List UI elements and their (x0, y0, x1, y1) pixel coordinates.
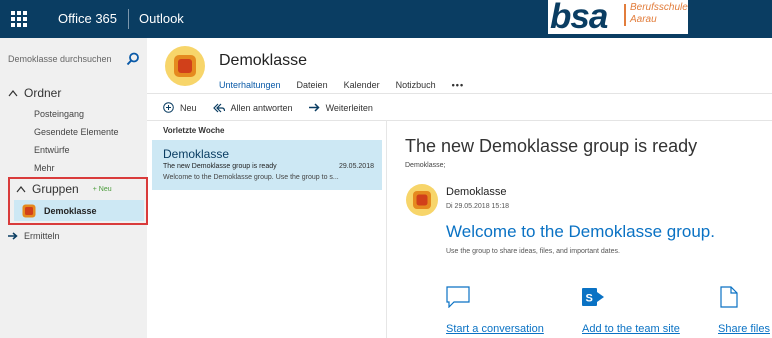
search-box[interactable]: Demoklasse durchsuchen (8, 52, 140, 68)
left-navigation: Demoklasse durchsuchen Ordner Posteingan… (0, 38, 148, 338)
folders-heading-label: Ordner (24, 86, 62, 100)
message-date: 29.05.2018 (338, 163, 374, 170)
recipient-line: Demoklasse; (405, 162, 446, 169)
search-placeholder: Demoklasse durchsuchen (8, 54, 112, 64)
discover-label: Ermitteln (24, 231, 60, 241)
new-badge-label: Neu (98, 185, 112, 193)
folder-drafts[interactable]: Entwürfe (34, 145, 70, 155)
office365-link[interactable]: Office 365 (58, 11, 117, 26)
new-group-button[interactable]: + Neu (93, 186, 112, 193)
forward-button[interactable]: Weiterleiten (308, 102, 373, 113)
tab-conversations[interactable]: Unterhaltungen (219, 80, 281, 90)
reading-pane-sender: Demoklasse (446, 186, 507, 198)
chevron-up-icon (8, 90, 18, 97)
group-icon (22, 204, 36, 217)
header-divider (147, 93, 772, 94)
tab-notebook[interactable]: Notizbuch (396, 80, 436, 90)
add-team-site-link[interactable]: Add to the team site (582, 323, 680, 335)
tab-calendar[interactable]: Kalender (344, 80, 380, 90)
folder-inbox[interactable]: Posteingang (34, 109, 84, 119)
app-launcher-button[interactable] (0, 0, 38, 38)
start-conversation-link[interactable]: Start a conversation (446, 323, 544, 335)
reply-all-button[interactable]: Allen antworten (212, 102, 293, 113)
new-button-label: Neu (180, 102, 197, 113)
discover-link[interactable]: Ermitteln (8, 231, 60, 241)
logo-line2: Aarau (630, 14, 657, 25)
tab-files[interactable]: Dateien (297, 80, 328, 90)
chat-bubble-icon[interactable] (446, 286, 470, 308)
share-files-link[interactable]: Share files (718, 323, 770, 335)
reading-pane-date: Di 29.05.2018 15:18 (446, 203, 510, 210)
forward-label: Weiterleiten (325, 102, 373, 113)
reading-pane-title: The new Demoklasse group is ready (405, 136, 698, 156)
message-subject: The new Demoklasse group is ready (163, 163, 277, 170)
logo-text: bsa (550, 0, 608, 36)
svg-text:S: S (586, 293, 593, 305)
school-logo: bsa Berufsschule Aarau (548, 0, 688, 36)
search-icon[interactable] (126, 52, 140, 66)
forward-arrow-icon (308, 103, 320, 112)
reply-all-icon (212, 103, 225, 112)
group-title: Demoklasse (219, 52, 308, 69)
group-item-demoklasse[interactable]: Demoklasse (14, 200, 144, 221)
message-preview: Welcome to the Demoklasse group. Use the… (163, 174, 339, 181)
reading-pane-divider (386, 120, 387, 338)
new-button[interactable]: Neu (163, 102, 197, 113)
logo-line1: Berufsschule (630, 2, 688, 13)
header-separator (128, 9, 129, 29)
logo-accent-bar (624, 4, 626, 26)
top-bar: Office 365 Outlook bsa Berufsschule Aara… (0, 0, 772, 38)
waffle-icon (11, 11, 27, 27)
group-tabs: Unterhaltungen Dateien Kalender Notizbuc… (219, 80, 464, 90)
plus-icon: + (92, 185, 97, 193)
document-icon[interactable] (720, 286, 738, 308)
message-list-item[interactable]: Demoklasse The new Demoklasse group is r… (152, 140, 382, 190)
arrow-right-icon (8, 232, 18, 240)
groups-heading[interactable]: Gruppen + Neu (16, 182, 112, 196)
welcome-subtitle: Use the group to share ideas, files, and… (446, 248, 620, 255)
welcome-heading: Welcome to the Demoklasse group. (446, 222, 715, 241)
group-avatar (165, 46, 205, 86)
chevron-up-icon (16, 186, 26, 193)
group-item-label: Demoklasse (44, 205, 97, 216)
list-section-header: Vorletzte Woche (163, 126, 225, 135)
command-divider (147, 120, 772, 121)
reply-all-label: Allen antworten (230, 102, 293, 113)
groups-heading-label: Gruppen (32, 182, 79, 196)
folder-more[interactable]: Mehr (34, 163, 55, 173)
add-circle-icon (163, 102, 174, 113)
outlook-app-name[interactable]: Outlook (139, 11, 184, 26)
folder-sent[interactable]: Gesendete Elemente (34, 127, 119, 137)
sharepoint-icon[interactable]: S (582, 286, 606, 308)
command-bar: Neu Allen antworten Weiterleiten (163, 102, 389, 113)
message-sender: Demoklasse (163, 147, 230, 161)
folders-heading[interactable]: Ordner (8, 86, 61, 100)
sender-avatar (406, 184, 438, 216)
more-options-button[interactable]: ••• (452, 80, 464, 90)
